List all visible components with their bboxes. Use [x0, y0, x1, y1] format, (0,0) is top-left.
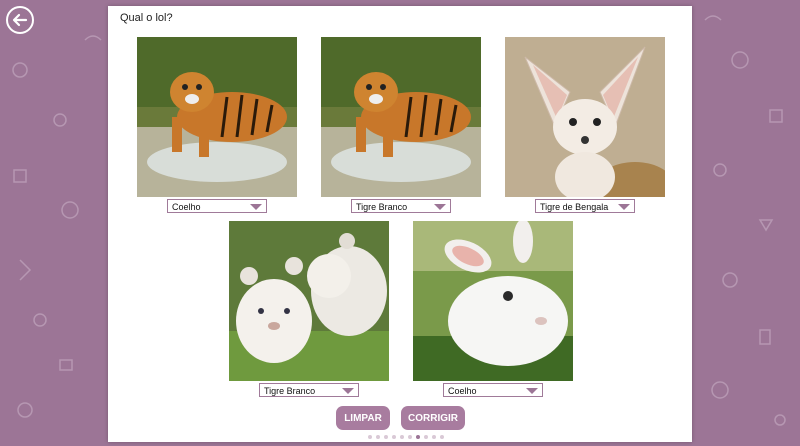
card-2: Tigre Branco — [321, 37, 481, 213]
pagination-dot[interactable] — [400, 435, 404, 439]
pagination-dot[interactable] — [440, 435, 444, 439]
dropdown-value: Tigre Branco — [264, 386, 316, 396]
pagination-dot[interactable] — [384, 435, 388, 439]
pagination-dot[interactable] — [368, 435, 372, 439]
dropdown-value: Tigre Branco — [356, 202, 408, 212]
exercise-panel: Qual o lol? Coelho Tigre Branco Tigre de… — [108, 6, 692, 442]
pagination-dot[interactable] — [376, 435, 380, 439]
pagination-dot[interactable] — [392, 435, 396, 439]
chevron-down-icon — [618, 204, 630, 210]
dropdown-value: Coelho — [448, 386, 477, 396]
card-3: Tigre de Bengala — [505, 37, 665, 213]
pagination-dot[interactable] — [416, 435, 420, 439]
pagination-dot[interactable] — [432, 435, 436, 439]
question-title: Qual o lol? — [120, 12, 173, 24]
tiger-photo — [321, 37, 481, 197]
arrow-left-icon — [12, 13, 28, 27]
answer-dropdown[interactable]: Coelho — [167, 199, 267, 213]
pagination-dot[interactable] — [424, 435, 428, 439]
card-5: Coelho — [413, 221, 573, 397]
answer-dropdown[interactable]: Tigre Branco — [259, 383, 359, 397]
check-button[interactable]: CORRIGIR — [401, 406, 465, 430]
chevron-down-icon — [526, 388, 538, 394]
answer-dropdown[interactable]: Tigre Branco — [351, 199, 451, 213]
card-4: Tigre Branco — [229, 221, 389, 397]
chevron-down-icon — [434, 204, 446, 210]
tiger-photo — [137, 37, 297, 197]
dropdown-value: Coelho — [172, 202, 201, 212]
dropdown-value: Tigre de Bengala — [540, 202, 609, 212]
card-1: Coelho — [137, 37, 297, 213]
back-button[interactable] — [6, 6, 34, 34]
clear-button[interactable]: LIMPAR — [336, 406, 390, 430]
pagination-dots — [368, 435, 444, 439]
chevron-down-icon — [250, 204, 262, 210]
rabbit-photo — [413, 221, 573, 381]
white-lion-cubs-photo — [229, 221, 389, 381]
pagination-dot[interactable] — [408, 435, 412, 439]
answer-dropdown[interactable]: Tigre de Bengala — [535, 199, 635, 213]
answer-dropdown[interactable]: Coelho — [443, 383, 543, 397]
chevron-down-icon — [342, 388, 354, 394]
fennec-fox-photo — [505, 37, 665, 197]
